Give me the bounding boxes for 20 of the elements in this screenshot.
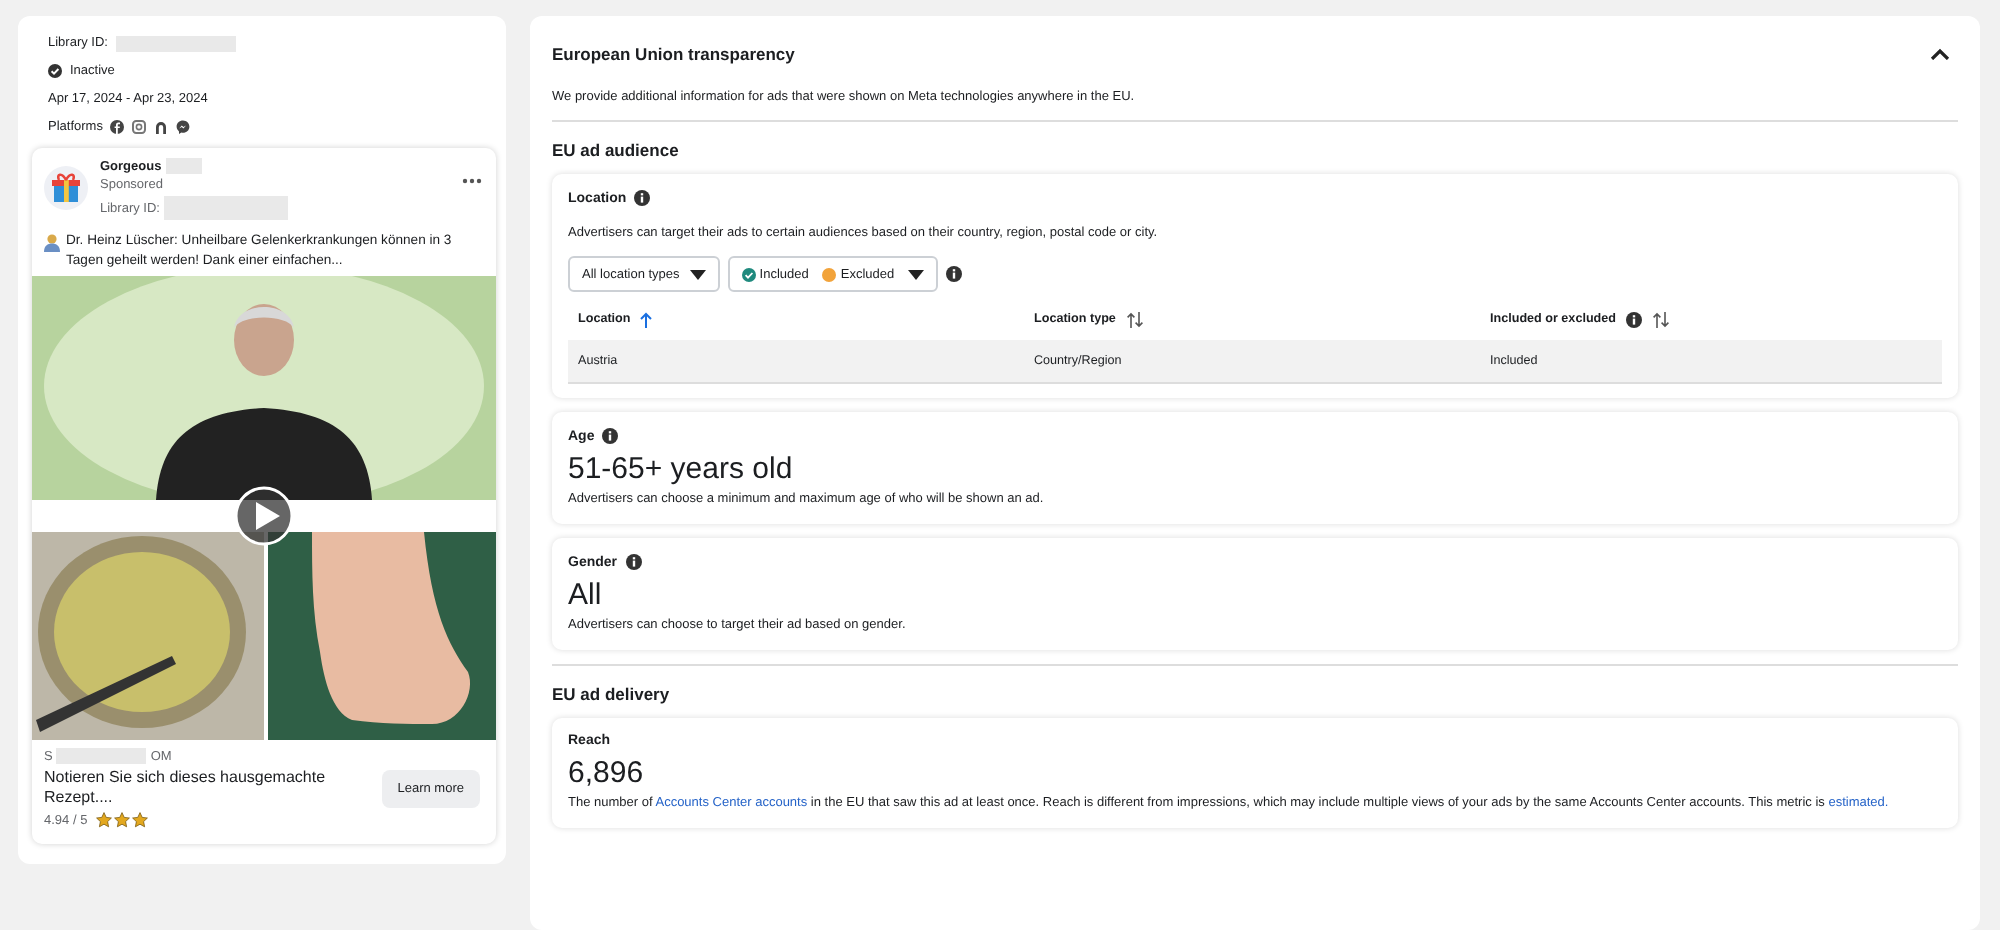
card-value: 51-65+ years old — [568, 452, 795, 486]
play-button[interactable] — [234, 486, 294, 546]
camera-icon — [132, 120, 147, 134]
caret-icon — [908, 269, 925, 279]
card-value: 6,896 — [568, 756, 646, 790]
check-circle-icon — [48, 64, 62, 78]
arch-icon — [154, 120, 169, 134]
chevron-up-icon[interactable] — [1930, 48, 1950, 60]
gift-icon — [44, 166, 88, 210]
ad-headline: Notieren Sie sich dieses hausgemachte Rezept.... — [44, 768, 328, 808]
chat-bubble-icon — [176, 120, 191, 134]
person-icon — [44, 234, 60, 252]
section-title: European Union transparency — [552, 44, 795, 64]
section-heading: EU ad delivery — [552, 684, 672, 704]
caret-icon — [689, 269, 706, 279]
section-heading: EU ad audience — [552, 140, 681, 160]
f-logo-icon — [110, 120, 125, 134]
info-icon — [946, 266, 963, 282]
card-value: All — [568, 578, 604, 612]
more-icon[interactable] — [462, 178, 482, 184]
